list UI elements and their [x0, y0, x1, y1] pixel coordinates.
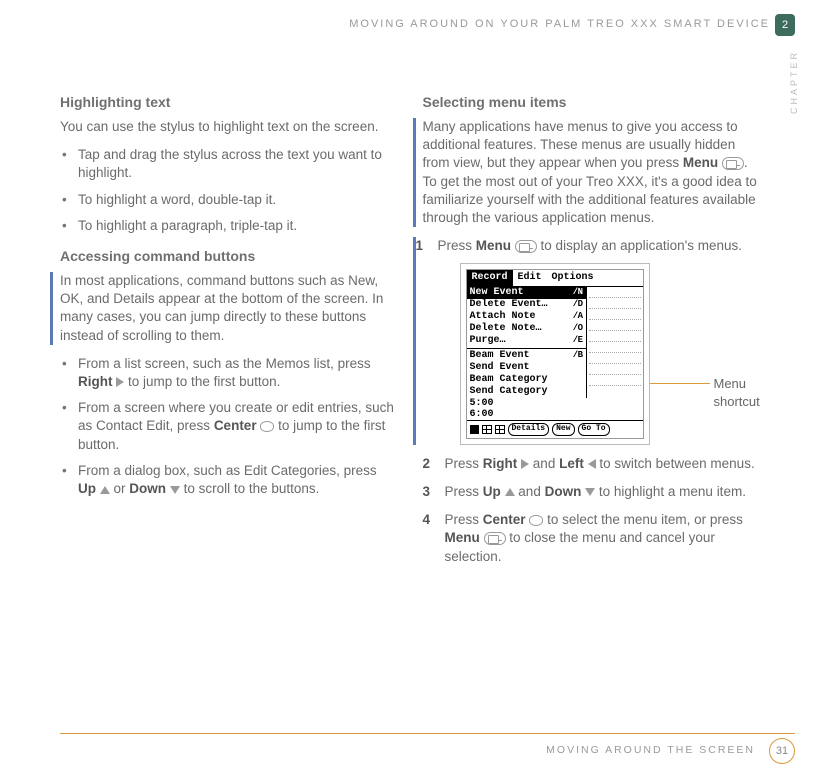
menubar-tab-record: Record	[467, 270, 513, 286]
right-column: Selecting menu items Many applications h…	[423, 85, 761, 578]
screenshot-time-labels: 5:00 6:00	[467, 398, 643, 420]
menubar-tab-options: Options	[547, 270, 599, 286]
dpad-down-icon	[585, 488, 595, 496]
center-button-icon	[529, 515, 543, 526]
chapter-label: CHAPTER	[789, 50, 799, 114]
embedded-screenshot-wrap: Record Edit Options New Event/N Delete E…	[438, 263, 761, 444]
heading-highlighting-text: Highlighting text	[60, 93, 398, 112]
step-2: 2 Press Right and Left to switch between…	[423, 455, 761, 473]
content-columns: Highlighting text You can use the stylus…	[60, 85, 760, 578]
screenshot-menubar: Record Edit Options	[467, 270, 643, 287]
heading-selecting-menu-items: Selecting menu items	[423, 93, 761, 112]
dpad-left-icon	[588, 459, 596, 469]
callout-menu-shortcut: Menu shortcut	[714, 375, 761, 410]
page: MOVING AROUND ON YOUR PALM TREO XXX SMAR…	[0, 0, 825, 782]
bullet-item: To highlight a paragraph, triple-tap it.	[60, 217, 398, 235]
menubar-tab-edit: Edit	[513, 270, 547, 286]
screenshot-time-lines	[587, 287, 643, 398]
bullet-item: Tap and drag the stylus across the text …	[60, 146, 398, 182]
dpad-right-icon	[116, 377, 124, 387]
highlight-intro: You can use the stylus to highlight text…	[60, 118, 398, 136]
callout-leader-line	[650, 383, 710, 384]
step-1: 1 Press Menu to display an application's…	[413, 237, 761, 445]
highlight-bullets: Tap and drag the stylus across the text …	[60, 146, 398, 235]
selecting-intro: Many applications have menus to give you…	[413, 118, 761, 227]
screenshot-icon	[482, 425, 492, 434]
screenshot-menu-dropdown: New Event/N Delete Event…/D Attach Note/…	[467, 287, 587, 398]
page-number: 31	[769, 738, 795, 764]
screenshot-button-goto: Go To	[578, 423, 610, 436]
step-3: 3 Press Up and Down to highlight a menu …	[423, 483, 761, 501]
chapter-number-tab: 2	[775, 14, 795, 36]
menu-key-icon	[722, 157, 744, 170]
running-head: MOVING AROUND ON YOUR PALM TREO XXX SMAR…	[0, 18, 770, 30]
menu-key-icon	[515, 240, 537, 253]
dpad-down-icon	[170, 486, 180, 494]
bullet-item: From a screen where you create or edit e…	[60, 399, 398, 454]
bullet-item: To highlight a word, double-tap it.	[60, 191, 398, 209]
dpad-up-icon	[100, 486, 110, 494]
dpad-right-icon	[521, 459, 529, 469]
bullet-item: From a dialog box, such as Edit Categori…	[60, 462, 398, 498]
selecting-steps: 1 Press Menu to display an application's…	[423, 237, 761, 566]
screenshot-bottom-bar: Details New Go To	[467, 420, 643, 438]
heading-accessing-command-buttons: Accessing command buttons	[60, 247, 398, 266]
step-4: 4 Press Center to select the menu item, …	[423, 511, 761, 566]
command-intro: In most applications, command buttons su…	[50, 272, 398, 345]
screenshot-button-details: Details	[508, 423, 550, 436]
bullet-item: From a list screen, such as the Memos li…	[60, 355, 398, 391]
screenshot-icon	[470, 425, 479, 434]
command-bullets: From a list screen, such as the Memos li…	[60, 355, 398, 499]
screenshot-button-new: New	[552, 423, 574, 436]
embedded-screenshot: Record Edit Options New Event/N Delete E…	[460, 263, 650, 444]
footer-text: MOVING AROUND THE SCREEN	[546, 744, 755, 756]
footer-rule	[60, 733, 795, 734]
dpad-up-icon	[505, 488, 515, 496]
center-button-icon	[260, 421, 274, 432]
screenshot-icon	[495, 425, 505, 434]
left-column: Highlighting text You can use the stylus…	[60, 85, 398, 578]
menu-key-icon	[484, 532, 506, 545]
